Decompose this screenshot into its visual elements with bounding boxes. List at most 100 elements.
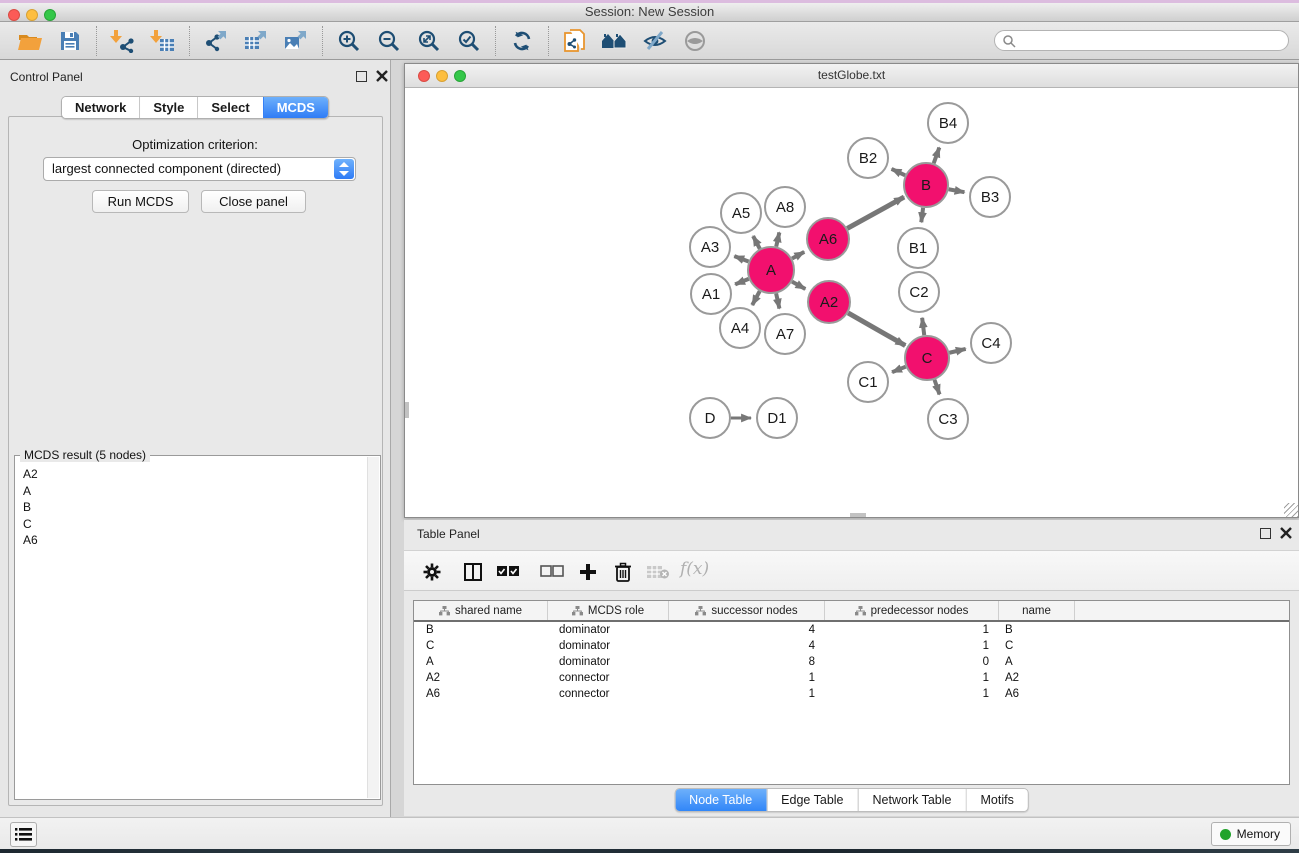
- edge-A2-C[interactable]: [848, 313, 905, 346]
- table-cell[interactable]: 8: [669, 654, 825, 670]
- horizontal-scroll-indicator[interactable]: [850, 513, 866, 517]
- table-settings-button[interactable]: [420, 560, 444, 584]
- edge-A-A5[interactable]: [753, 236, 760, 249]
- table-row[interactable]: A2connector11A2: [414, 670, 1289, 686]
- close-table-panel-icon[interactable]: [1280, 527, 1292, 539]
- table-cell[interactable]: 1: [669, 686, 825, 702]
- delete-table-button[interactable]: [646, 560, 670, 584]
- tab-node-table[interactable]: Node Table: [675, 789, 766, 811]
- result-item[interactable]: A6: [16, 532, 367, 549]
- network-window-titlebar[interactable]: testGlobe.txt: [405, 64, 1298, 88]
- edge-A-A3[interactable]: [734, 256, 748, 261]
- result-scrollbar[interactable]: [367, 457, 379, 798]
- select-all-checkboxes-button[interactable]: [496, 560, 520, 584]
- table-row[interactable]: Cdominator41C: [414, 638, 1289, 654]
- edge-A-A7[interactable]: [776, 293, 779, 308]
- zoom-selected-button[interactable]: [449, 24, 489, 58]
- table-cell[interactable]: 4: [669, 622, 825, 638]
- result-item[interactable]: C: [16, 516, 367, 533]
- close-window-button[interactable]: [8, 9, 20, 21]
- table-row[interactable]: A6connector11A6: [414, 686, 1289, 702]
- minimize-window-button[interactable]: [26, 9, 38, 21]
- first-neighbors-button[interactable]: [595, 24, 635, 58]
- search-input[interactable]: [994, 30, 1289, 51]
- edge-A6-B[interactable]: [847, 197, 904, 228]
- tab-mcds[interactable]: MCDS: [263, 97, 328, 118]
- edge-B-B3[interactable]: [949, 189, 965, 192]
- table-cell[interactable]: A: [414, 654, 548, 670]
- dropdown-stepper-icon[interactable]: [334, 159, 354, 179]
- zoom-in-button[interactable]: [329, 24, 369, 58]
- table-cell[interactable]: connector: [548, 686, 669, 702]
- tab-select[interactable]: Select: [197, 97, 262, 118]
- task-history-button[interactable]: [10, 822, 37, 847]
- optimization-criterion-dropdown[interactable]: largest connected component (directed): [43, 157, 356, 181]
- table-cell[interactable]: A6: [999, 686, 1075, 702]
- function-builder-button[interactable]: f(x): [680, 559, 709, 579]
- table-cell[interactable]: connector: [548, 670, 669, 686]
- result-item[interactable]: B: [16, 499, 367, 516]
- table-cell[interactable]: 1: [825, 622, 999, 638]
- result-item[interactable]: A: [16, 483, 367, 500]
- table-cell[interactable]: C: [414, 638, 548, 654]
- import-table-button[interactable]: [143, 24, 183, 58]
- edge-C-C1[interactable]: [892, 367, 906, 373]
- tab-network[interactable]: Network: [62, 97, 139, 118]
- hide-selected-button[interactable]: [635, 24, 675, 58]
- table-cell[interactable]: B: [414, 622, 548, 638]
- table-cell[interactable]: A: [999, 654, 1075, 670]
- edge-C-C3[interactable]: [934, 380, 939, 395]
- table-cell[interactable]: 1: [669, 670, 825, 686]
- new-network-from-selection-button[interactable]: [555, 24, 595, 58]
- table-cell[interactable]: dominator: [548, 654, 669, 670]
- table-cell[interactable]: B: [999, 622, 1075, 638]
- table-cell[interactable]: A2: [999, 670, 1075, 686]
- save-session-button[interactable]: [50, 24, 90, 58]
- deselect-all-checkboxes-button[interactable]: [540, 560, 564, 584]
- edge-B-B4[interactable]: [934, 148, 940, 164]
- run-mcds-button[interactable]: Run MCDS: [92, 190, 189, 213]
- memory-button[interactable]: Memory: [1211, 822, 1291, 846]
- tab-motifs[interactable]: Motifs: [965, 789, 1027, 811]
- close-panel-icon[interactable]: [376, 70, 388, 82]
- import-network-button[interactable]: [103, 24, 143, 58]
- column-header-MCDS-role[interactable]: MCDS role: [548, 601, 669, 620]
- zoom-window-button[interactable]: [44, 9, 56, 21]
- column-panel-button[interactable]: [461, 560, 485, 584]
- table-cell[interactable]: 1: [825, 638, 999, 654]
- table-cell[interactable]: dominator: [548, 622, 669, 638]
- edge-B-B1[interactable]: [921, 208, 923, 222]
- window-resize-grip[interactable]: [1284, 503, 1298, 517]
- table-row[interactable]: Bdominator41B: [414, 622, 1289, 638]
- open-session-button[interactable]: [10, 24, 50, 58]
- network-canvas[interactable]: AA6A2BCA1A3A5A8A4A7B1B2B3B4C1C2C3C4DD1: [406, 88, 1297, 517]
- edge-C-C2[interactable]: [922, 318, 924, 335]
- zoom-fit-button[interactable]: [409, 24, 449, 58]
- edge-A-A2[interactable]: [792, 282, 805, 289]
- edge-A-A8[interactable]: [776, 232, 779, 246]
- edge-C-C4[interactable]: [949, 349, 965, 353]
- column-header-shared-name[interactable]: shared name: [414, 601, 548, 620]
- column-header-predecessor-nodes[interactable]: predecessor nodes: [825, 601, 999, 620]
- tab-style[interactable]: Style: [139, 97, 197, 118]
- table-cell[interactable]: 4: [669, 638, 825, 654]
- refresh-layout-button[interactable]: [502, 24, 542, 58]
- export-table-button[interactable]: [236, 24, 276, 58]
- table-cell[interactable]: 1: [825, 686, 999, 702]
- table-cell[interactable]: A6: [414, 686, 548, 702]
- tab-network-table[interactable]: Network Table: [858, 789, 966, 811]
- tab-edge-table[interactable]: Edge Table: [766, 789, 857, 811]
- float-table-panel-icon[interactable]: [1260, 528, 1271, 539]
- edge-A-A4[interactable]: [752, 291, 759, 305]
- zoom-out-button[interactable]: [369, 24, 409, 58]
- table-cell[interactable]: 1: [825, 670, 999, 686]
- table-cell[interactable]: C: [999, 638, 1075, 654]
- table-row[interactable]: Adominator80A: [414, 654, 1289, 670]
- column-header-successor-nodes[interactable]: successor nodes: [669, 601, 825, 620]
- edge-A-A1[interactable]: [735, 279, 749, 284]
- vertical-scroll-indicator[interactable]: [405, 402, 409, 418]
- export-network-button[interactable]: [196, 24, 236, 58]
- add-column-button[interactable]: [576, 560, 600, 584]
- table-cell[interactable]: 0: [825, 654, 999, 670]
- show-all-button[interactable]: [675, 24, 715, 58]
